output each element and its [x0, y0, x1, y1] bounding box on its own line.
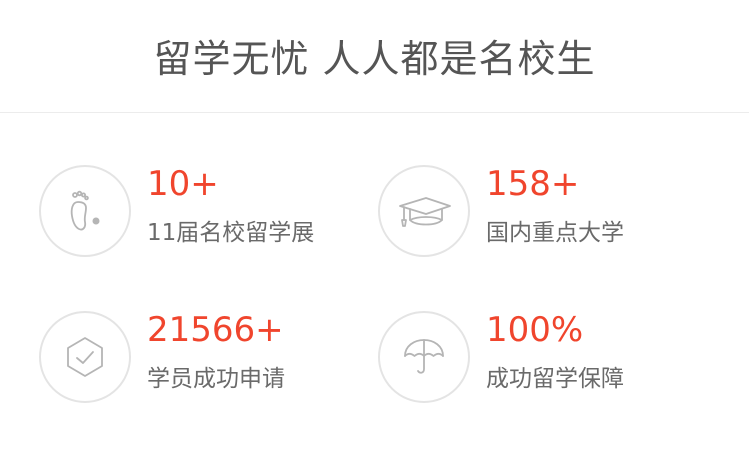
section-header: 留学无忧 人人都是名校生	[0, 0, 749, 113]
stat-value: 21566+	[147, 310, 284, 350]
stat-label: 11届名校留学展	[147, 220, 315, 246]
stat-item-guarantee: 100% 成功留学保障	[378, 308, 708, 408]
footprint-icon	[39, 165, 131, 257]
stat-value: 100%	[486, 310, 584, 350]
graduation-cap-icon	[378, 165, 470, 257]
stat-value: 10+	[147, 164, 219, 204]
stats-section: 留学无忧 人人都是名校生 10+ 11届名校留学展 158+ 国内重点大学 21…	[0, 0, 749, 450]
umbrella-icon	[378, 311, 470, 403]
stat-label: 学员成功申请	[147, 366, 285, 392]
section-title: 留学无忧 人人都是名校生	[153, 36, 596, 81]
stat-label: 国内重点大学	[486, 220, 624, 246]
stat-label: 成功留学保障	[486, 366, 624, 392]
stat-item-applications: 21566+ 学员成功申请	[39, 308, 369, 408]
stat-value: 158+	[486, 164, 580, 204]
stat-item-exhibitions: 10+ 11届名校留学展	[39, 162, 369, 262]
stat-item-universities: 158+ 国内重点大学	[378, 162, 708, 262]
shield-check-icon	[39, 311, 131, 403]
